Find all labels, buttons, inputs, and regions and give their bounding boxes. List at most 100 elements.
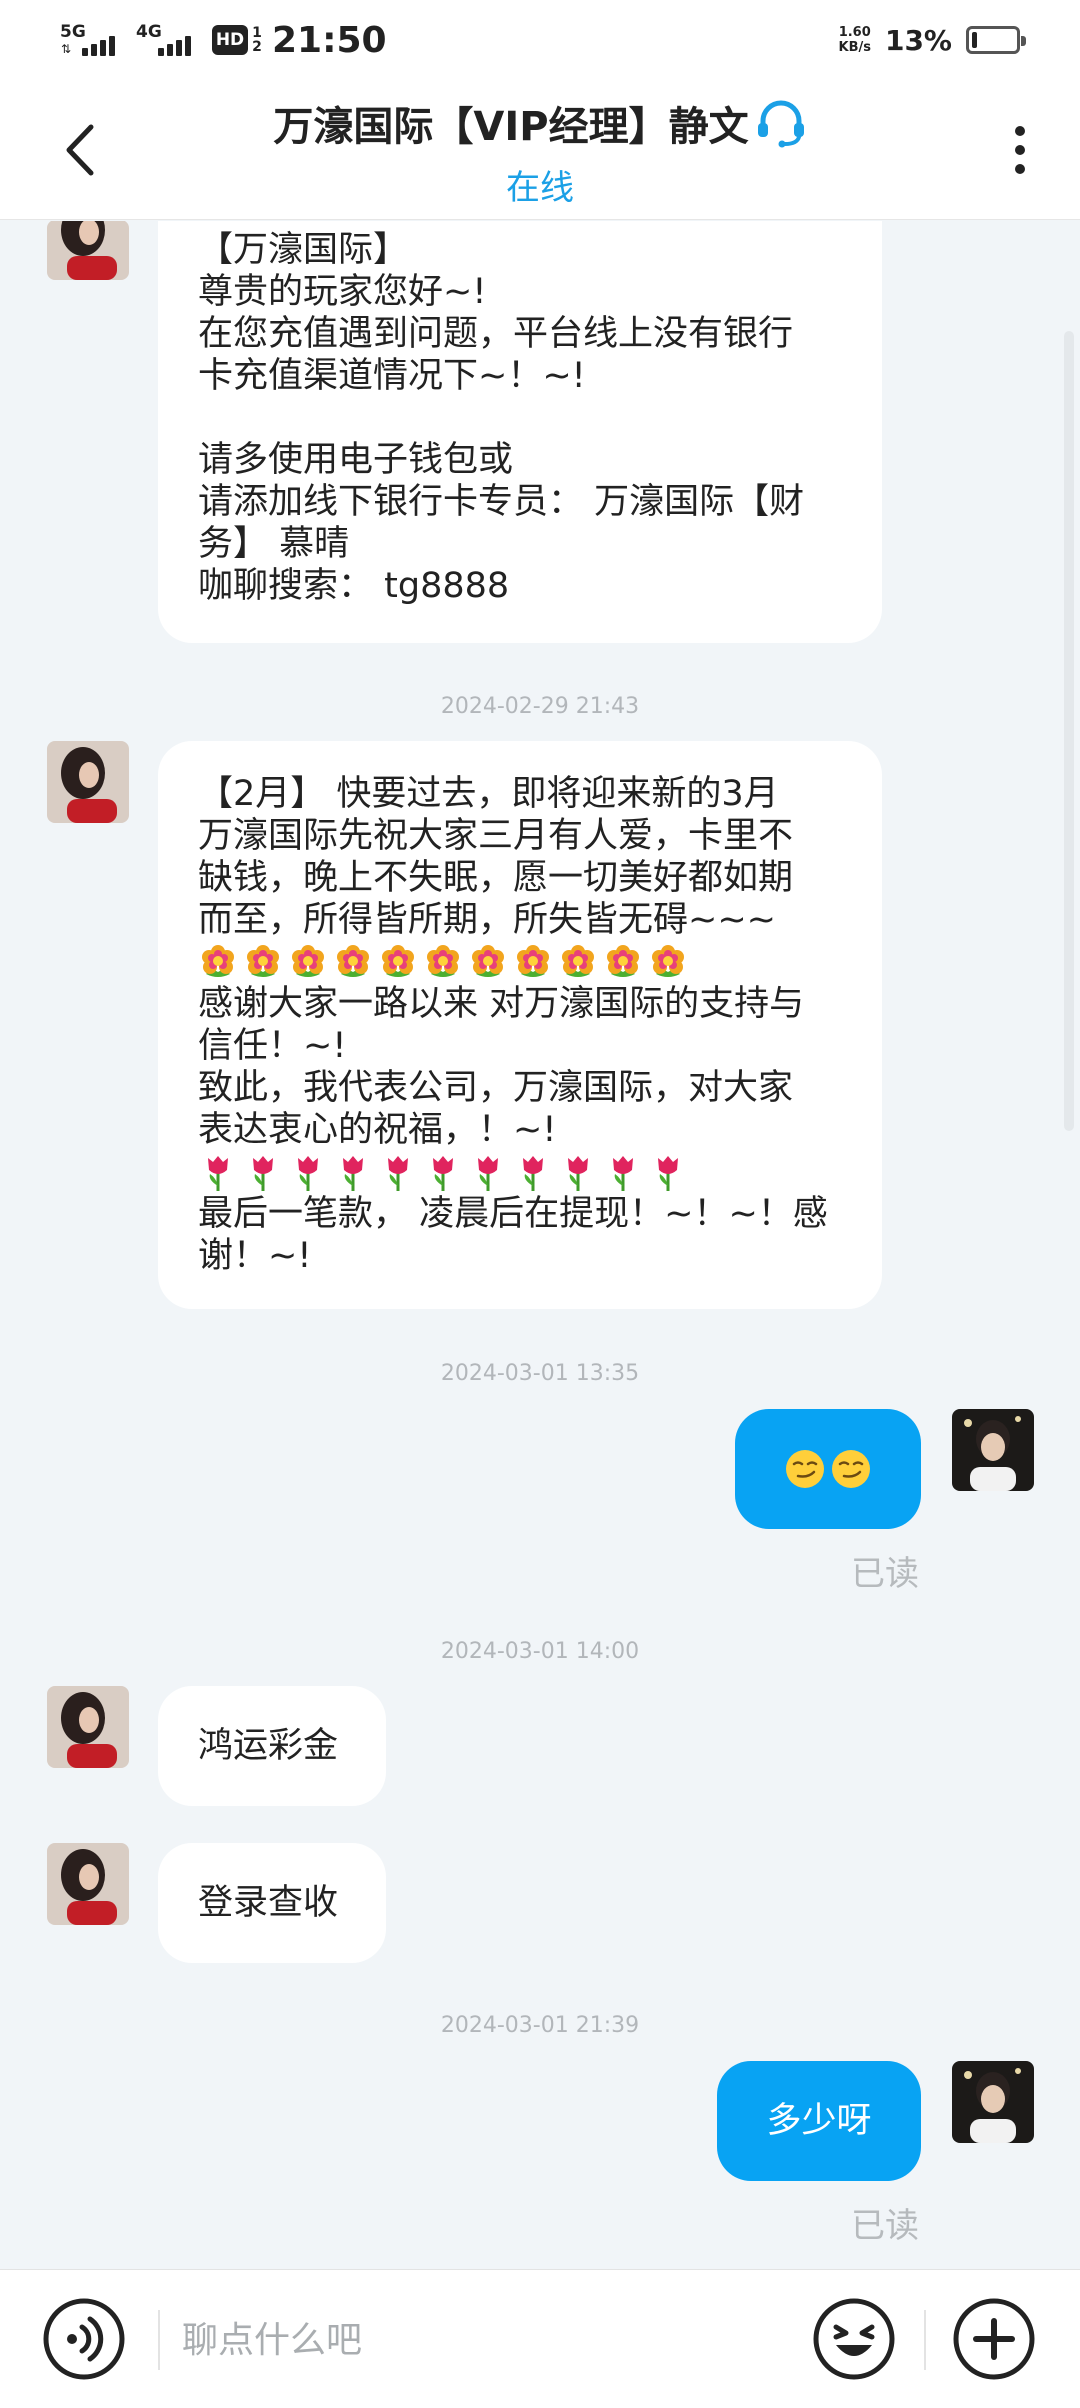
message-line: 【2月】 快要过去，即将迎来新的3月 xyxy=(198,774,779,814)
message-line: 致此，我代表公司，万濠国际，对大家 xyxy=(198,1068,794,1108)
flower-emoji-icon xyxy=(247,945,279,977)
message-line: 务】 慕晴 xyxy=(198,524,350,564)
message-line: 谢！~! xyxy=(198,1236,312,1276)
tulip-emoji-icon xyxy=(298,1156,318,1191)
message-bubble-incoming[interactable]: 【2月】 快要过去，即将迎来新的3月 万濠国际先祝大家三月有人爱，卡里不 缺钱，… xyxy=(158,741,882,1309)
message-line: 缺钱，晚上不失眠，愿一切美好都如期 xyxy=(198,858,794,898)
clock: 21:50 xyxy=(272,19,387,61)
more-actions-button[interactable] xyxy=(952,2297,1036,2381)
user-avatar[interactable] xyxy=(952,1409,1034,1491)
message-input[interactable] xyxy=(180,2300,780,2380)
message-line: 感谢大家一路以来 对万濠国际的支持与 xyxy=(198,984,805,1024)
read-receipt: 已读 xyxy=(851,1554,919,1594)
voice-button[interactable] xyxy=(42,2297,126,2381)
plus-icon xyxy=(953,2298,1035,2380)
flower-emoji-icon xyxy=(652,945,684,977)
more-vertical-icon xyxy=(1015,126,1025,174)
chat-header: 万濠国际【VIP经理】静文 在线 xyxy=(0,80,1080,220)
message-line: 卡充值渠道情况下~！~! xyxy=(198,356,586,396)
timestamp: 2024-02-29 21:43 xyxy=(440,694,640,719)
flower-emoji-icon xyxy=(202,945,234,977)
message-bubble-outgoing[interactable] xyxy=(735,1409,921,1529)
more-options-button[interactable] xyxy=(990,120,1050,180)
agent-avatar[interactable] xyxy=(47,221,129,280)
signal-5g-icon: 5G ⇅ xyxy=(60,20,124,60)
message-line: 最后一笔款， 凌晨后在提现！~！~！感 xyxy=(198,1194,828,1234)
battery-fill xyxy=(972,32,977,48)
title-row: 万濠国际【VIP经理】静文 xyxy=(273,94,806,152)
message-line: 信任！~! xyxy=(198,1026,347,1066)
data-arrows-icon: ⇅ xyxy=(61,42,72,56)
hd-voice-icon: HD xyxy=(212,25,248,55)
scrollbar[interactable] xyxy=(1064,331,1074,1131)
flower-emoji-icon xyxy=(382,945,414,977)
emoji-icon xyxy=(813,2298,895,2380)
network-speed-value: 1.60 xyxy=(838,25,871,40)
emoji-button[interactable] xyxy=(812,2297,896,2381)
status-right: 1.60 KB/s 13% xyxy=(839,18,1026,62)
battery-percent: 13% xyxy=(884,23,952,57)
divider xyxy=(924,2310,926,2370)
flower-emoji-icon xyxy=(562,945,594,977)
signal-bars-2 xyxy=(158,36,194,56)
message-bubble-incoming[interactable]: 鸿运彩金 xyxy=(158,1686,386,1806)
tulip-emoji-icon xyxy=(568,1156,588,1191)
online-status: 在线 xyxy=(506,168,574,208)
tulip-emoji-icon xyxy=(613,1156,633,1191)
user-avatar[interactable] xyxy=(952,2061,1034,2143)
message-bubble-outgoing[interactable]: 多少呀 xyxy=(717,2061,921,2181)
divider xyxy=(158,2310,160,2370)
battery-nub xyxy=(1021,36,1026,46)
message-line: 【万濠国际】 xyxy=(198,230,409,270)
message-line: 万濠国际先祝大家三月有人爱，卡里不 xyxy=(198,816,794,856)
message-bubble-incoming[interactable]: 【万濠国际】 尊贵的玩家您好~! 在您充值遇到问题，平台线上没有银行 卡充值渠道… xyxy=(158,221,882,643)
message-line: 尊贵的玩家您好~! xyxy=(198,272,487,312)
smirk-emoji-icon xyxy=(832,1450,870,1488)
flower-emoji-row xyxy=(198,941,842,983)
flower-emoji-icon xyxy=(472,945,504,977)
message-text: 鸿运彩金 xyxy=(198,1726,339,1766)
flower-emoji-icon xyxy=(607,945,639,977)
tulip-emoji-icon xyxy=(343,1156,363,1191)
message-text: 多少呀 xyxy=(766,2101,872,2141)
smirk-emoji-row xyxy=(782,1448,874,1490)
battery-icon xyxy=(966,26,1026,54)
message-list[interactable]: 【万濠国际】 尊贵的玩家您好~! 在您充值遇到问题，平台线上没有银行 卡充值渠道… xyxy=(0,221,1080,2269)
network-speed-unit: KB/s xyxy=(838,40,871,55)
status-left: 5G ⇅ 4G HD 1 2 21:50 xyxy=(60,18,387,62)
message-line: 在您充值遇到问题，平台线上没有银行 xyxy=(198,314,794,354)
timestamp: 2024-03-01 13:35 xyxy=(440,1361,640,1386)
message-line: 咖聊搜索： tg8888 xyxy=(198,566,510,606)
status-bar: 5G ⇅ 4G HD 1 2 21:50 1.60 KB/s 13% xyxy=(0,0,1080,80)
agent-avatar[interactable] xyxy=(47,1843,129,1925)
tulip-emoji-icon xyxy=(658,1156,678,1191)
flower-emoji-icon xyxy=(337,945,369,977)
network-speed: 1.60 KB/s xyxy=(839,25,871,55)
flower-emoji-icon xyxy=(517,945,549,977)
smirk-emoji-icon xyxy=(786,1450,824,1488)
agent-avatar[interactable] xyxy=(47,741,129,823)
tulip-emoji-icon xyxy=(253,1156,273,1191)
tulip-emoji-icon xyxy=(478,1156,498,1191)
tulip-emoji-icon xyxy=(388,1156,408,1191)
signal-4g-icon: 4G xyxy=(136,20,200,60)
message-line: 而至，所得皆所期，所失皆无碍~~~ xyxy=(198,900,776,940)
signal-bars-1 xyxy=(82,36,118,56)
tulip-emoji-icon xyxy=(433,1156,453,1191)
message-line: 请添加线下银行卡专员： 万濠国际【财 xyxy=(198,482,805,522)
message-line-blank xyxy=(198,397,842,439)
title-block: 万濠国际【VIP经理】静文 在线 xyxy=(0,94,1080,209)
message-text: 登录查收 xyxy=(198,1883,339,1923)
tulip-emoji-icon xyxy=(523,1156,543,1191)
message-bubble-incoming[interactable]: 登录查收 xyxy=(158,1843,386,1963)
timestamp: 2024-03-01 14:00 xyxy=(440,1639,640,1664)
input-bar xyxy=(0,2269,1080,2408)
tulip-emoji-row xyxy=(198,1151,842,1193)
agent-avatar[interactable] xyxy=(47,1686,129,1768)
voice-icon xyxy=(43,2298,125,2380)
headset-icon xyxy=(757,100,804,148)
message-line: 表达衷心的祝福，！~! xyxy=(198,1110,557,1150)
read-receipt: 已读 xyxy=(851,2206,919,2246)
hd-sub-label: 1 2 xyxy=(252,25,262,55)
tulip-emoji-icon xyxy=(208,1156,228,1191)
